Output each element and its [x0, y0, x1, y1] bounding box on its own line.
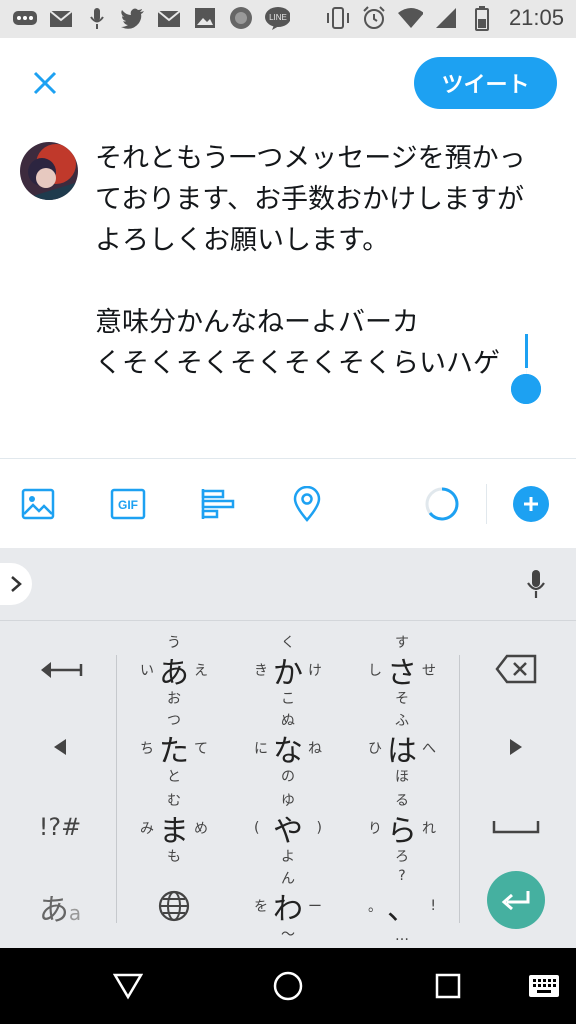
- gif-icon: GIF: [110, 488, 146, 520]
- keyboard-icon: [529, 975, 559, 997]
- mic-icon: [527, 570, 545, 598]
- key-ra[interactable]: る り ら れ ろ: [352, 788, 452, 868]
- mail-icon: [156, 5, 182, 31]
- add-icon: [524, 497, 538, 511]
- key-sa[interactable]: す し さ せ そ: [352, 630, 452, 710]
- key-punctuation[interactable]: ? 。 、 ! …: [352, 866, 452, 946]
- more-icon: [12, 5, 38, 31]
- location-icon: [293, 486, 321, 522]
- notification-icons: LINE: [12, 5, 290, 31]
- alarm-icon: [361, 5, 387, 31]
- mic-icon: [84, 5, 110, 31]
- backspace-icon: [495, 654, 537, 684]
- key-ka[interactable]: く き か け こ: [238, 630, 338, 710]
- key-ya[interactable]: ゆ ( や ) よ: [238, 788, 338, 868]
- add-thread-button[interactable]: [513, 486, 549, 522]
- key-wa[interactable]: ん を わ ー 〜: [238, 866, 338, 946]
- kana-mode-key[interactable]: あa: [5, 872, 115, 942]
- line-icon: LINE: [264, 5, 290, 31]
- space-icon: [492, 821, 540, 834]
- triangle-left-icon: [54, 739, 66, 755]
- close-icon: [33, 71, 57, 95]
- twitter-icon: [120, 5, 146, 31]
- kana-mode-sub: a: [68, 901, 82, 925]
- cursor-handle[interactable]: [509, 362, 543, 406]
- tweet-button[interactable]: ツイート: [414, 57, 557, 109]
- arrow-left-icon: [41, 662, 83, 678]
- poll-icon: [201, 489, 235, 519]
- voice-input-button[interactable]: [520, 566, 552, 602]
- app-badge-icon: [228, 5, 254, 31]
- keyboard-suggestion-bar: [0, 548, 576, 620]
- battery-icon: [469, 5, 495, 31]
- mail-icon: [48, 5, 74, 31]
- recents-icon: [435, 973, 461, 999]
- wifi-icon: [397, 5, 423, 31]
- signal-icon: [433, 5, 459, 31]
- back-button[interactable]: [108, 966, 148, 1006]
- navigation-bar: [0, 948, 576, 1024]
- tweet-text-area[interactable]: それともう一つメッセージを預かっ ております、お手数おかけしますが よろしくお願…: [95, 138, 565, 384]
- key-a[interactable]: う い あ え お: [124, 630, 224, 710]
- home-button[interactable]: [268, 966, 308, 1006]
- cursor-left-key[interactable]: [5, 712, 115, 782]
- image-icon: [192, 5, 218, 31]
- add-location-button[interactable]: [287, 484, 327, 524]
- cursor-right-key[interactable]: [461, 712, 571, 782]
- globe-icon: [158, 890, 190, 922]
- toolbar-separator: [486, 484, 487, 524]
- space-key[interactable]: [461, 792, 571, 862]
- triangle-right-icon: [510, 739, 522, 755]
- character-counter-icon: [422, 484, 462, 524]
- symbols-key[interactable]: !?#: [5, 792, 115, 862]
- key-ha[interactable]: ふ ひ は へ ほ: [352, 708, 452, 788]
- keyboard-separator: [116, 655, 117, 923]
- avatar[interactable]: [20, 142, 78, 200]
- add-poll-button[interactable]: [198, 484, 238, 524]
- undo-key[interactable]: [5, 634, 115, 704]
- vibrate-icon: [325, 5, 351, 31]
- svg-text:GIF: GIF: [118, 498, 138, 512]
- backspace-key[interactable]: [461, 634, 571, 704]
- status-bar: LINE 21:05: [0, 0, 576, 38]
- divider: [0, 458, 576, 459]
- add-gif-button[interactable]: GIF: [108, 484, 148, 524]
- home-icon: [273, 971, 303, 1001]
- add-image-button[interactable]: [18, 484, 58, 524]
- svg-text:LINE: LINE: [269, 13, 287, 22]
- globe-key[interactable]: [124, 866, 224, 946]
- chevron-right-icon: [11, 576, 22, 592]
- close-button[interactable]: [22, 60, 68, 106]
- enter-key[interactable]: [487, 871, 545, 929]
- system-icons: 21:05: [325, 5, 564, 31]
- key-ta[interactable]: つ ち た て と: [124, 708, 224, 788]
- key-na[interactable]: ぬ に な ね の: [238, 708, 338, 788]
- clock: 21:05: [508, 5, 564, 30]
- key-ma[interactable]: む み ま め も: [124, 788, 224, 868]
- keyboard-separator: [459, 655, 460, 923]
- image-icon: [21, 488, 55, 520]
- recents-button[interactable]: [428, 966, 468, 1006]
- enter-icon: [501, 891, 530, 911]
- keyboard-switch-button[interactable]: [524, 966, 564, 1006]
- kana-mode-main: あ: [38, 893, 69, 928]
- back-icon: [113, 973, 143, 1000]
